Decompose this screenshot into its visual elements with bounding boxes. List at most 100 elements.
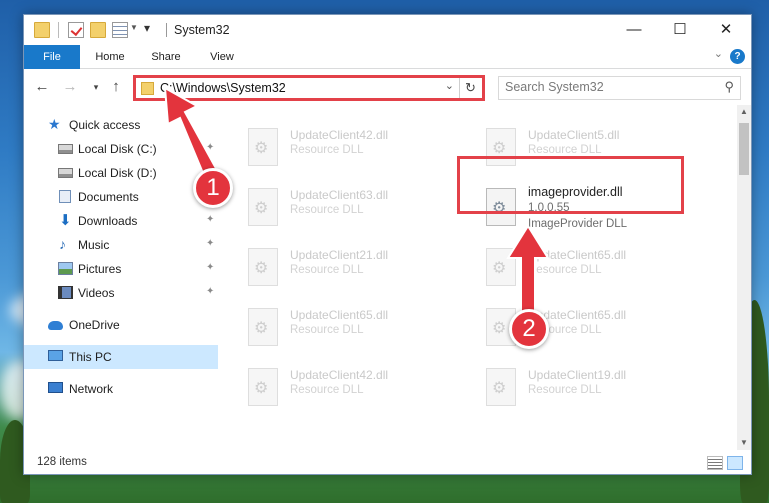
tab-home[interactable]: Home: [84, 45, 136, 69]
file-description: Resource DLL: [290, 324, 364, 336]
sidebar-item-label: Downloads: [78, 214, 138, 228]
back-arrow-icon[interactable]: ←: [32, 77, 52, 97]
dll-file-icon: [248, 188, 278, 226]
this-pc-icon: [48, 350, 63, 361]
item-count: 128 items: [37, 456, 87, 468]
customize-qat-icon[interactable]: ▾: [144, 21, 160, 37]
star-icon: ★: [48, 116, 61, 132]
vertical-scrollbar[interactable]: ▲ ▼: [737, 105, 751, 450]
folder-icon: [141, 82, 154, 95]
pin-icon[interactable]: ✦: [206, 143, 216, 153]
close-button[interactable]: ✕: [703, 15, 749, 45]
sidebar-item-videos[interactable]: Videos ✦: [24, 281, 218, 305]
videos-icon: [58, 286, 73, 299]
file-description: Resource DLL: [528, 384, 602, 396]
sidebar-item-label: Local Disk (C:): [78, 142, 157, 156]
file-tile[interactable]: UpdateClient65.dll Resource DLL: [456, 303, 686, 361]
sidebar-item-label: Videos: [78, 286, 115, 300]
window-title: System32: [174, 23, 230, 37]
sidebar-item-pictures[interactable]: Pictures ✦: [24, 257, 218, 281]
search-box[interactable]: ⚲: [498, 76, 741, 100]
tab-view[interactable]: View: [196, 45, 248, 69]
sidebar-item-label: This PC: [69, 350, 112, 364]
file-tile[interactable]: UpdateClient42.dll Resource DLL: [218, 123, 448, 181]
details-view-icon[interactable]: [707, 456, 723, 470]
tab-share[interactable]: Share: [140, 45, 192, 69]
file-name: UpdateClient65.dll: [290, 308, 389, 322]
sidebar-item-label: Quick access: [69, 118, 141, 132]
file-tile[interactable]: UpdateClient65.dll Resource DLL: [218, 303, 448, 361]
file-explorer-window: ▼ ▾ System32 — ☐ ✕ File Home Share View …: [23, 14, 752, 475]
status-bar: 128 items: [24, 452, 751, 474]
sidebar-item-label: Network: [69, 382, 114, 396]
sidebar-item-local-disk-c[interactable]: Local Disk (C:) ✦: [24, 137, 218, 161]
sidebar-item-documents[interactable]: Documents ✦: [24, 185, 218, 209]
callout-badge-1: 1: [193, 168, 233, 208]
file-description: Resource DLL: [528, 264, 602, 276]
file-tile[interactable]: UpdateClient42.dll Resource DLL: [218, 363, 448, 421]
file-description: Resource DLL: [528, 144, 602, 156]
sidebar-item-network[interactable]: Network: [24, 377, 218, 401]
file-name: UpdateClient65.dll: [528, 248, 627, 262]
file-description: Resource DLL: [290, 144, 364, 156]
pin-icon[interactable]: ✦: [206, 263, 216, 273]
navigation-pane: ★ Quick access Local Disk (C:) ✦ Local D…: [24, 105, 218, 450]
file-tile[interactable]: UpdateClient65.dll Resource DLL: [456, 243, 686, 301]
file-name: UpdateClient42.dll: [290, 128, 389, 142]
sidebar-item-music[interactable]: ♪ Music ✦: [24, 233, 218, 257]
file-description: Resource DLL: [290, 264, 364, 276]
sidebar-item-label: Music: [78, 238, 110, 252]
expand-ribbon-icon[interactable]: ⌄: [714, 47, 723, 60]
callout-badge-2: 2: [509, 309, 549, 349]
separator: [58, 22, 59, 38]
tab-file[interactable]: File: [24, 45, 80, 69]
pin-icon[interactable]: ✦: [206, 239, 216, 249]
chevron-down-icon[interactable]: ⌄: [445, 79, 454, 92]
drive-icon: [58, 144, 73, 154]
pin-icon[interactable]: ✦: [206, 287, 216, 297]
pin-icon[interactable]: ✦: [206, 215, 216, 225]
scroll-thumb[interactable]: [739, 123, 749, 175]
sidebar-item-label: Documents: [78, 190, 139, 204]
title-bar: ▼ ▾ System32 — ☐ ✕: [24, 15, 751, 45]
forward-arrow-icon[interactable]: →: [60, 77, 80, 97]
maximize-button[interactable]: ☐: [657, 15, 703, 45]
ribbon-tabs: File Home Share View ⌄ ?: [24, 45, 751, 69]
file-tile[interactable]: UpdateClient19.dll Resource DLL: [456, 363, 686, 421]
properties-check-icon[interactable]: [68, 22, 84, 38]
search-icon[interactable]: ⚲: [724, 79, 734, 95]
sidebar-item-local-disk-d[interactable]: Local Disk (D:) ✦: [24, 161, 218, 185]
recent-locations-icon[interactable]: ▾: [86, 77, 106, 97]
file-name: UpdateClient63.dll: [290, 188, 389, 202]
file-name: UpdateClient5.dll: [528, 128, 620, 142]
sidebar-item-downloads[interactable]: ⬇ Downloads ✦: [24, 209, 218, 233]
documents-icon: [59, 190, 71, 203]
sidebar-item-this-pc[interactable]: This PC: [24, 345, 218, 369]
sidebar-item-quick-access[interactable]: ★ Quick access: [24, 113, 218, 137]
sidebar-item-label: Pictures: [78, 262, 122, 276]
help-button[interactable]: ?: [730, 49, 745, 64]
address-bar[interactable]: C:\Windows\System32 ⌄ ↻: [133, 75, 485, 101]
large-icons-view-icon[interactable]: [727, 456, 743, 470]
refresh-icon[interactable]: ↻: [459, 78, 481, 98]
new-folder-icon[interactable]: [90, 22, 106, 38]
file-tile[interactable]: UpdateClient63.dll Resource DLL: [218, 183, 448, 241]
sidebar-item-label: OneDrive: [69, 318, 120, 332]
pictures-icon: [58, 262, 73, 275]
search-input[interactable]: [505, 80, 705, 94]
file-tile[interactable]: UpdateClient21.dll Resource DLL: [218, 243, 448, 301]
separator: [166, 23, 167, 37]
navigation-bar: ← → ▾ ↑ C:\Windows\System32 ⌄ ↻ ⚲: [24, 69, 751, 105]
dll-file-icon: [486, 248, 516, 286]
scroll-up-icon[interactable]: ▲: [737, 105, 751, 119]
up-arrow-icon[interactable]: ↑: [106, 77, 126, 97]
sidebar-item-onedrive[interactable]: OneDrive: [24, 313, 218, 337]
address-path[interactable]: C:\Windows\System32: [160, 81, 286, 95]
minimize-button[interactable]: —: [611, 15, 657, 45]
dll-file-icon: [486, 368, 516, 406]
scroll-down-icon[interactable]: ▼: [737, 436, 751, 450]
drive-icon: [58, 168, 73, 178]
list-properties-icon[interactable]: [112, 22, 128, 38]
file-name: UpdateClient42.dll: [290, 368, 389, 382]
dll-file-icon: [248, 368, 278, 406]
